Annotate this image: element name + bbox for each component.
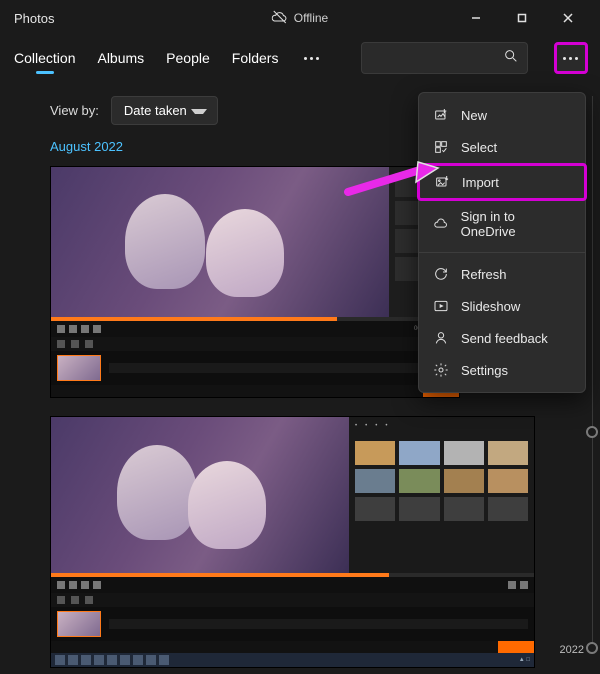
refresh-icon: [433, 266, 449, 282]
view-by-label: View by:: [50, 103, 99, 118]
scroll-thumb[interactable]: [586, 426, 598, 438]
menu-new[interactable]: New: [419, 99, 585, 131]
video-preview: [51, 417, 349, 573]
window-maximize-button[interactable]: [500, 4, 544, 32]
more-options-button[interactable]: [554, 42, 588, 74]
tab-people[interactable]: People: [164, 44, 212, 72]
offline-status: Offline: [272, 9, 328, 28]
more-options-menu: New Select Import Sign in to OneDrive Re…: [418, 92, 586, 393]
photo-thumbnail[interactable]: •••• ▲ □: [50, 416, 535, 668]
video-preview: [51, 167, 389, 317]
editor-toolbar: [51, 593, 534, 607]
tab-albums[interactable]: Albums: [95, 44, 146, 72]
tab-collection[interactable]: Collection: [12, 44, 77, 72]
progress-bar: [51, 573, 534, 577]
player-controls: [51, 577, 534, 593]
scroll-end: [586, 642, 598, 654]
new-icon: [433, 107, 449, 123]
player-controls: 00:00: [51, 321, 459, 337]
tab-folders[interactable]: Folders: [230, 44, 281, 72]
timeline-track: [51, 351, 459, 385]
menu-settings[interactable]: Settings: [419, 354, 585, 386]
timeline-year: 2022: [560, 644, 584, 656]
menu-select[interactable]: Select: [419, 131, 585, 163]
menu-slideshow[interactable]: Slideshow: [419, 290, 585, 322]
cloud-off-icon: [272, 9, 288, 28]
editor-footer: [51, 385, 459, 397]
taskbar: ▲ □: [51, 653, 534, 667]
editor-footer: [51, 641, 534, 653]
app-title: Photos: [10, 11, 54, 26]
search-icon: [503, 48, 519, 69]
menu-refresh[interactable]: Refresh: [419, 258, 585, 290]
search-input[interactable]: [361, 42, 528, 74]
tabs-overflow-button[interactable]: [298, 44, 325, 72]
progress-bar: [51, 317, 459, 321]
menu-send-feedback[interactable]: Send feedback: [419, 322, 585, 354]
timeline-scrollbar[interactable]: 2022: [586, 96, 598, 654]
menu-sign-in-onedrive[interactable]: Sign in to OneDrive: [419, 201, 585, 247]
select-icon: [433, 139, 449, 155]
ellipsis-icon: [563, 57, 578, 60]
annotation-arrow: [340, 160, 440, 205]
menu-import[interactable]: Import: [417, 163, 587, 201]
feedback-icon: [433, 330, 449, 346]
cloud-icon: [433, 216, 449, 232]
timeline-track: [51, 607, 534, 641]
settings-icon: [433, 362, 449, 378]
slideshow-icon: [433, 298, 449, 314]
editor-toolbar: [51, 337, 459, 351]
window-close-button[interactable]: [546, 4, 590, 32]
media-gallery: ••••: [349, 417, 534, 573]
view-by-select[interactable]: Date taken: [111, 96, 218, 125]
window-minimize-button[interactable]: [454, 4, 498, 32]
more-icon: [304, 57, 319, 60]
